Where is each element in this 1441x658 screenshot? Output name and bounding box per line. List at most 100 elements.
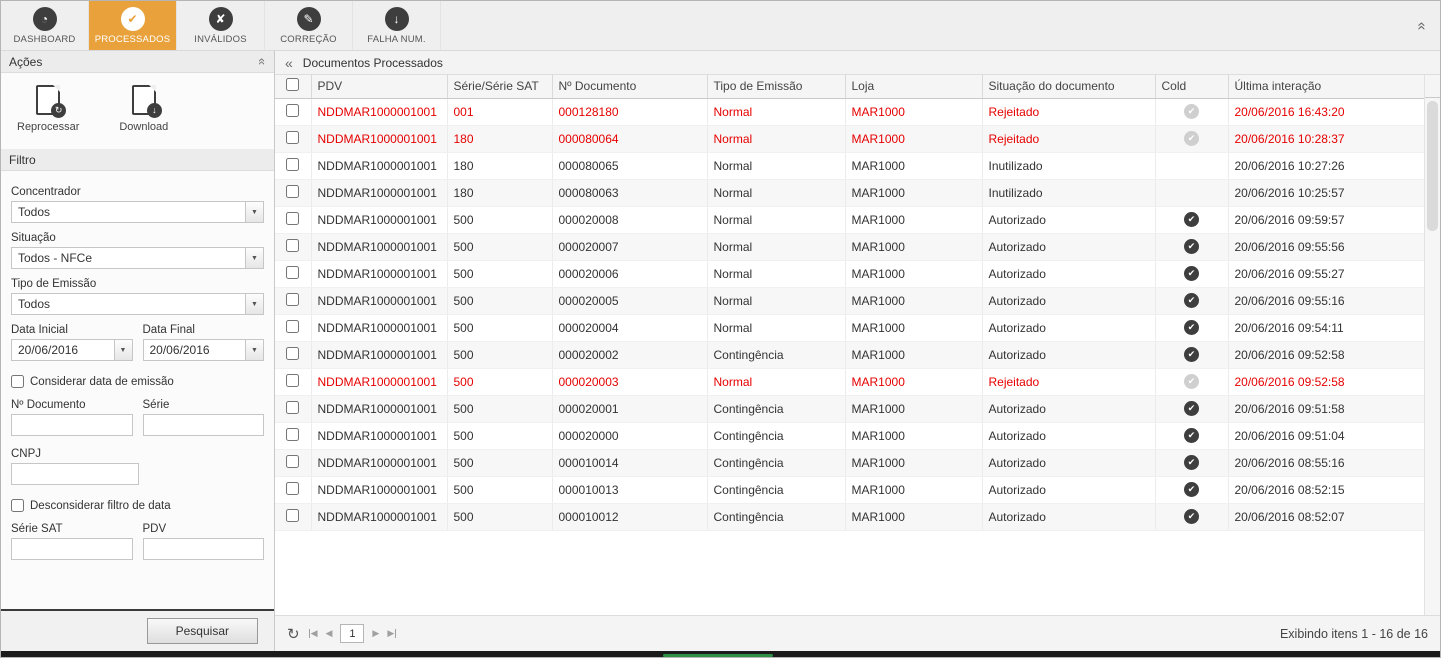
- cell-loja: MAR1000: [845, 341, 982, 368]
- data-inicial-select[interactable]: 20/06/2016 ▼: [11, 339, 133, 361]
- col-header-serie[interactable]: Série/Série SAT: [447, 75, 552, 98]
- table-row[interactable]: NDDMAR1000001001001000128180NormalMAR100…: [275, 98, 1425, 125]
- cell-interacao: 20/06/2016 09:51:58: [1228, 395, 1425, 422]
- main-panel: « Documentos Processados PDV Série/Série…: [275, 51, 1440, 651]
- considerar-checkbox-row[interactable]: Considerar data de emissão: [11, 375, 264, 388]
- x-circle-icon: ✘: [209, 7, 233, 31]
- row-checkbox[interactable]: [286, 374, 299, 387]
- col-header-loja[interactable]: Loja: [845, 75, 982, 98]
- row-checkbox[interactable]: [286, 320, 299, 333]
- pager-prev-icon[interactable]: ◀: [326, 628, 333, 639]
- tab-processados[interactable]: ✔ PROCESSADOS: [89, 1, 177, 50]
- pager-bar: ↻ ◀ ◀ 1 ▶ ▶ Exibindo itens 1 - 16 de 16: [275, 615, 1440, 651]
- cell-serie: 180: [447, 179, 552, 206]
- table-row[interactable]: NDDMAR1000001001500000020004NormalMAR100…: [275, 314, 1425, 341]
- situacao-select[interactable]: Todos - NFCe ▼: [11, 247, 264, 269]
- table-row[interactable]: NDDMAR1000001001500000020005NormalMAR100…: [275, 287, 1425, 314]
- row-checkbox[interactable]: [286, 104, 299, 117]
- row-checkbox[interactable]: [286, 401, 299, 414]
- scrollbar-thumb[interactable]: [1427, 101, 1438, 231]
- download-button[interactable]: ↓ Download: [119, 85, 168, 133]
- cell-checkbox: [275, 125, 311, 152]
- tipo-emissao-select[interactable]: Todos ▼: [11, 293, 264, 315]
- table-row[interactable]: NDDMAR1000001001500000020001Contingência…: [275, 395, 1425, 422]
- cell-loja: MAR1000: [845, 206, 982, 233]
- cell-situacao: Inutilizado: [982, 152, 1155, 179]
- row-checkbox[interactable]: [286, 239, 299, 252]
- tab-dashboard[interactable]: ◔ DASHBOARD: [1, 1, 89, 50]
- cnpj-input[interactable]: [11, 463, 139, 485]
- pager-next-icon[interactable]: ▶: [372, 628, 379, 639]
- cold-check-icon: ✔: [1184, 509, 1199, 524]
- cell-loja: MAR1000: [845, 287, 982, 314]
- tab-invalidos[interactable]: ✘ INVÁLIDOS: [177, 1, 265, 50]
- col-header-interacao[interactable]: Última interação: [1228, 75, 1425, 98]
- col-header-cold[interactable]: Cold: [1155, 75, 1228, 98]
- num-documento-input[interactable]: [11, 414, 133, 436]
- cell-situacao: Autorizado: [982, 233, 1155, 260]
- col-header-emissao[interactable]: Tipo de Emissão: [707, 75, 845, 98]
- col-header-pdv[interactable]: PDV: [311, 75, 447, 98]
- chevron-down-icon: ▼: [245, 294, 263, 314]
- sidebar-footer: Pesquisar: [1, 609, 274, 651]
- data-final-select[interactable]: 20/06/2016 ▼: [143, 339, 265, 361]
- row-checkbox[interactable]: [286, 158, 299, 171]
- cell-situacao: Autorizado: [982, 503, 1155, 530]
- row-checkbox[interactable]: [286, 455, 299, 468]
- col-header-documento[interactable]: Nº Documento: [552, 75, 707, 98]
- tab-correcao[interactable]: ✎ CORREÇÃO: [265, 1, 353, 50]
- page-number-input[interactable]: 1: [340, 624, 364, 643]
- pesquisar-button[interactable]: Pesquisar: [147, 618, 258, 644]
- table-row[interactable]: NDDMAR1000001001180000080065NormalMAR100…: [275, 152, 1425, 179]
- serie-input[interactable]: [143, 414, 265, 436]
- row-checkbox[interactable]: [286, 347, 299, 360]
- row-checkbox[interactable]: [286, 131, 299, 144]
- cell-cold: ✔: [1155, 206, 1228, 233]
- row-checkbox[interactable]: [286, 185, 299, 198]
- cell-pdv: NDDMAR1000001001: [311, 125, 447, 152]
- row-checkbox[interactable]: [286, 482, 299, 495]
- refresh-icon[interactable]: ↻: [287, 625, 300, 643]
- reprocessar-button[interactable]: ↻ Reprocessar: [17, 85, 79, 133]
- row-checkbox[interactable]: [286, 509, 299, 522]
- table-row[interactable]: NDDMAR1000001001500000010014Contingência…: [275, 449, 1425, 476]
- serie-sat-input[interactable]: [11, 538, 133, 560]
- pager-first-icon[interactable]: ◀: [308, 628, 318, 639]
- cell-emissao: Normal: [707, 314, 845, 341]
- cell-situacao: Inutilizado: [982, 179, 1155, 206]
- table-row[interactable]: NDDMAR1000001001500000020007NormalMAR100…: [275, 233, 1425, 260]
- desconsiderar-checkbox-row[interactable]: Desconsiderar filtro de data: [11, 499, 264, 512]
- row-checkbox[interactable]: [286, 428, 299, 441]
- cell-loja: MAR1000: [845, 98, 982, 125]
- select-all-checkbox[interactable]: [286, 78, 299, 91]
- table-row[interactable]: NDDMAR1000001001500000020006NormalMAR100…: [275, 260, 1425, 287]
- cell-documento: 000080064: [552, 125, 707, 152]
- table-row[interactable]: NDDMAR1000001001500000020008NormalMAR100…: [275, 206, 1425, 233]
- table-row[interactable]: NDDMAR1000001001180000080063NormalMAR100…: [275, 179, 1425, 206]
- desconsiderar-checkbox[interactable]: [11, 499, 24, 512]
- row-checkbox[interactable]: [286, 293, 299, 306]
- cell-documento: 000010012: [552, 503, 707, 530]
- pdv-input[interactable]: [143, 538, 265, 560]
- col-header-situacao[interactable]: Situação do documento: [982, 75, 1155, 98]
- row-checkbox[interactable]: [286, 212, 299, 225]
- row-checkbox[interactable]: [286, 266, 299, 279]
- collapse-left-icon[interactable]: «: [285, 55, 293, 71]
- table-row[interactable]: NDDMAR1000001001500000010012Contingência…: [275, 503, 1425, 530]
- pager-last-icon[interactable]: ▶: [387, 628, 397, 639]
- vertical-scrollbar[interactable]: [1424, 75, 1440, 615]
- concentrador-select[interactable]: Todos ▼: [11, 201, 264, 223]
- cell-documento: 000020007: [552, 233, 707, 260]
- cell-cold: ✔: [1155, 98, 1228, 125]
- table-row[interactable]: NDDMAR1000001001500000020003NormalMAR100…: [275, 368, 1425, 395]
- collapse-up-icon[interactable]: «: [255, 58, 270, 65]
- table-row[interactable]: NDDMAR1000001001500000010013Contingência…: [275, 476, 1425, 503]
- cell-loja: MAR1000: [845, 395, 982, 422]
- tab-dashboard-label: DASHBOARD: [14, 34, 76, 45]
- table-row[interactable]: NDDMAR1000001001500000020000Contingência…: [275, 422, 1425, 449]
- table-row[interactable]: NDDMAR1000001001180000080064NormalMAR100…: [275, 125, 1425, 152]
- considerar-checkbox[interactable]: [11, 375, 24, 388]
- tab-falha-num[interactable]: ↓ FALHA NUM.: [353, 1, 441, 50]
- toolbar-collapse-icon[interactable]: «: [1413, 21, 1430, 29]
- table-row[interactable]: NDDMAR1000001001500000020002Contingência…: [275, 341, 1425, 368]
